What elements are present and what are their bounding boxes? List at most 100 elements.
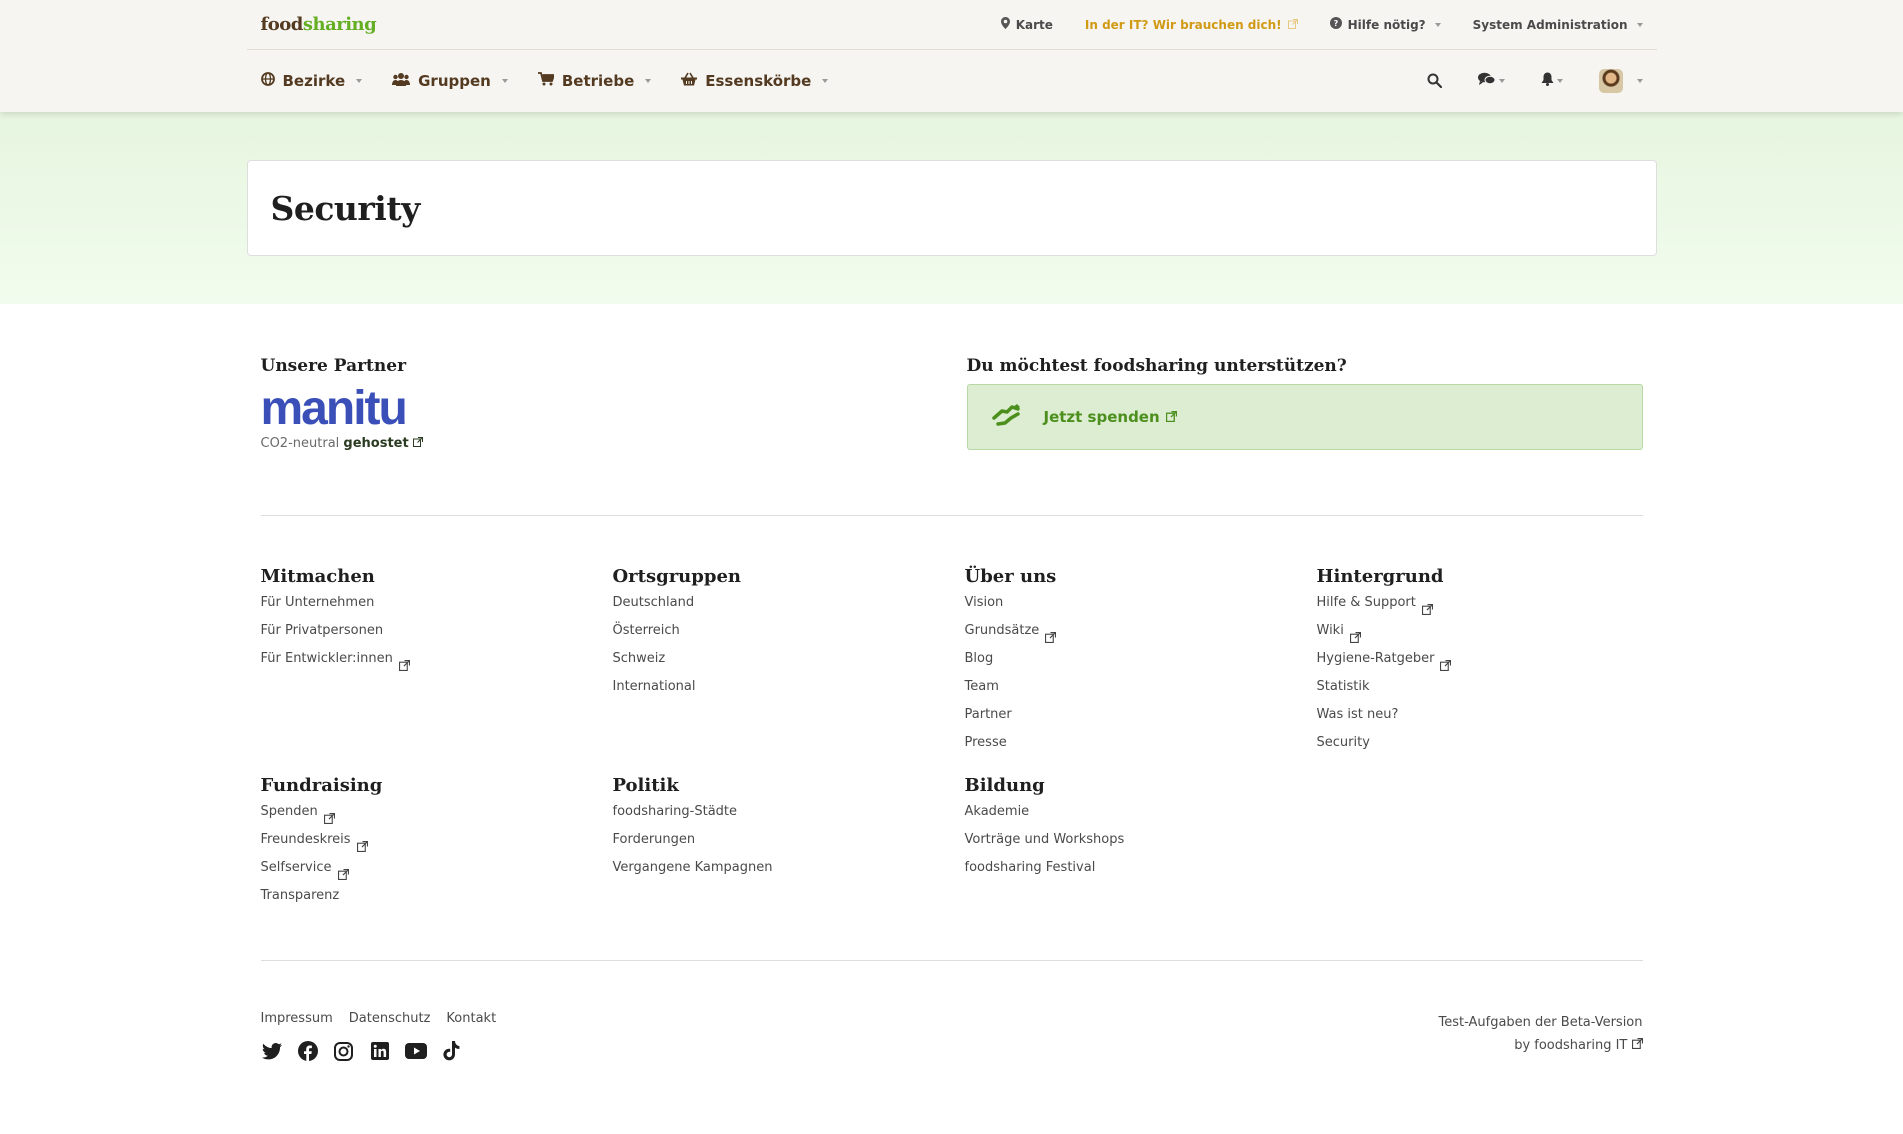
footer-link[interactable]: Vision — [965, 589, 1317, 617]
footer-heading-ueber-uns: Über uns — [964, 566, 1057, 587]
nav-essenskoerbe[interactable]: Essenskörbe — [681, 72, 829, 90]
datenschutz-link[interactable]: Datenschutz — [349, 1011, 431, 1026]
chevron-down-icon — [1556, 78, 1563, 83]
footer-link[interactable]: Team — [965, 673, 1317, 701]
footer-link[interactable]: Freundeskreis — [261, 826, 613, 854]
footer-col-ueber-uns: Über uns Vision Grundsätze Blog Team Par… — [965, 566, 1317, 757]
youtube-icon[interactable] — [404, 1040, 427, 1062]
footer-heading-hintergrund: Hintergrund — [1316, 566, 1444, 587]
question-circle-icon: ? — [1329, 17, 1342, 32]
nav-bezirke[interactable]: Bezirke — [260, 71, 363, 90]
footer-link-label: foodsharing-Städte — [612, 804, 738, 819]
foodsharing-it-link[interactable]: by foodsharing IT — [1439, 1034, 1643, 1057]
footer-link[interactable]: Hygiene-Ratgeber — [1317, 645, 1643, 673]
chevron-down-icon — [645, 78, 652, 83]
footer-link[interactable]: Hilfe & Support — [1317, 589, 1643, 617]
donate-button[interactable]: Jetzt spenden — [966, 384, 1643, 450]
beta-tasks-link[interactable]: Test-Aufgaben der Beta-Version — [1439, 1011, 1643, 1034]
footer-link[interactable]: Grundsätze — [965, 617, 1317, 645]
footer-link-label: Für Privatpersonen — [260, 623, 384, 638]
footer-link[interactable]: Blog — [965, 645, 1317, 673]
kontakt-link[interactable]: Kontakt — [446, 1011, 496, 1026]
help-dropdown[interactable]: ? Hilfe nötig? — [1329, 17, 1441, 32]
chevron-down-icon — [501, 78, 508, 83]
basket-icon — [681, 72, 698, 90]
footer-link[interactable]: Wiki — [1317, 617, 1643, 645]
footer-link-label: Security — [1316, 735, 1370, 750]
footer-link[interactable]: International — [613, 673, 965, 701]
external-link-icon — [323, 807, 335, 824]
footer-link-label: International — [612, 679, 696, 694]
search-icon[interactable] — [1427, 73, 1442, 88]
footer-link[interactable]: Selfservice — [261, 854, 613, 882]
footer-link[interactable]: Was ist neu? — [1317, 701, 1643, 729]
footer-col-ortsgruppen: Ortsgruppen Deutschland Österreich Schwe… — [613, 566, 965, 757]
hosted-link[interactable]: gehostet — [343, 436, 408, 451]
footer-link[interactable]: Akademie — [965, 798, 1317, 826]
bell-icon — [1541, 72, 1554, 90]
external-link-icon — [1349, 626, 1361, 643]
foodsharing-logo[interactable]: foodsharing — [261, 14, 377, 35]
footer-link[interactable]: Security — [1317, 729, 1643, 757]
footer-link-label: Was ist neu? — [1316, 707, 1399, 722]
footer-link-label: Österreich — [612, 623, 680, 638]
footer-link-label: Deutschland — [612, 595, 695, 610]
nav-gruppen[interactable]: Gruppen — [392, 72, 508, 90]
footer-link-label: Forderungen — [612, 832, 696, 847]
footer-link[interactable]: Österreich — [613, 617, 965, 645]
notifications-dropdown[interactable] — [1541, 72, 1563, 90]
tiktok-icon[interactable] — [441, 1040, 463, 1062]
linkedin-icon[interactable] — [369, 1040, 391, 1062]
footer-link-label: Spenden — [260, 804, 318, 819]
admin-label: System Administration — [1472, 17, 1628, 32]
external-link-icon — [412, 436, 423, 451]
footer-col-mitmachen: Mitmachen Für Unternehmen Für Privatpers… — [261, 566, 613, 757]
external-link-icon — [1440, 654, 1452, 671]
impressum-link[interactable]: Impressum — [261, 1011, 333, 1026]
footer-link[interactable]: Für Unternehmen — [261, 589, 613, 617]
map-link[interactable]: Karte — [1000, 17, 1053, 32]
footer-link[interactable]: Für Privatpersonen — [261, 617, 613, 645]
footer-link[interactable]: Transparenz — [261, 882, 613, 910]
footer-link-label: foodsharing Festival — [964, 860, 1096, 875]
external-link-icon — [1045, 626, 1057, 643]
partners-heading: Unsere Partner — [260, 356, 407, 376]
footer-link[interactable]: Vorträge und Workshops — [965, 826, 1317, 854]
chat-bubbles-icon — [1477, 72, 1496, 90]
instagram-icon[interactable] — [333, 1040, 355, 1062]
social-links — [261, 1040, 497, 1062]
footer-link[interactable]: foodsharing-Städte — [613, 798, 965, 826]
footer-link[interactable]: Schweiz — [613, 645, 965, 673]
manitu-logo[interactable]: manitu — [261, 384, 937, 434]
help-label: Hilfe nötig? — [1347, 17, 1426, 32]
footer-link[interactable]: Vergangene Kampagnen — [613, 854, 965, 882]
foodsharing-it-label: by foodsharing IT — [1514, 1038, 1628, 1053]
footer-link[interactable]: Deutschland — [613, 589, 965, 617]
footer-link-label: Freundeskreis — [260, 832, 351, 847]
footer-link[interactable]: Statistik — [1317, 673, 1643, 701]
it-recruit-link[interactable]: In der IT? Wir brauchen dich! — [1085, 18, 1298, 32]
nav-bezirke-label: Bezirke — [282, 71, 346, 90]
admin-dropdown[interactable]: System Administration — [1473, 18, 1643, 32]
footer-link[interactable]: Forderungen — [613, 826, 965, 854]
avatar — [1598, 68, 1623, 93]
twitter-icon[interactable] — [261, 1040, 283, 1062]
chevron-down-icon — [1498, 78, 1505, 83]
footer-link[interactable]: Spenden — [261, 798, 613, 826]
footer-link[interactable]: Für Entwickler:innen — [261, 645, 613, 673]
footer-link[interactable]: Partner — [965, 701, 1317, 729]
footer-link-label: Partner — [964, 707, 1012, 722]
footer-link[interactable]: Presse — [965, 729, 1317, 757]
chevron-down-icon — [356, 78, 363, 83]
footer-link[interactable]: foodsharing Festival — [965, 854, 1317, 882]
main-nav: Bezirke Gruppen Betriebe Essenskörbe — [247, 50, 1657, 111]
user-menu-dropdown[interactable] — [1598, 68, 1643, 93]
map-link-label: Karte — [1015, 17, 1053, 32]
facebook-icon[interactable] — [297, 1040, 319, 1062]
footer-link-label: Team — [964, 679, 999, 694]
footer-link-label: Vision — [964, 595, 1004, 610]
nav-betriebe[interactable]: Betriebe — [537, 72, 652, 90]
conversations-dropdown[interactable] — [1477, 72, 1505, 90]
external-link-icon — [1631, 1038, 1643, 1053]
footer-link-label: Für Entwickler:innen — [260, 651, 393, 666]
